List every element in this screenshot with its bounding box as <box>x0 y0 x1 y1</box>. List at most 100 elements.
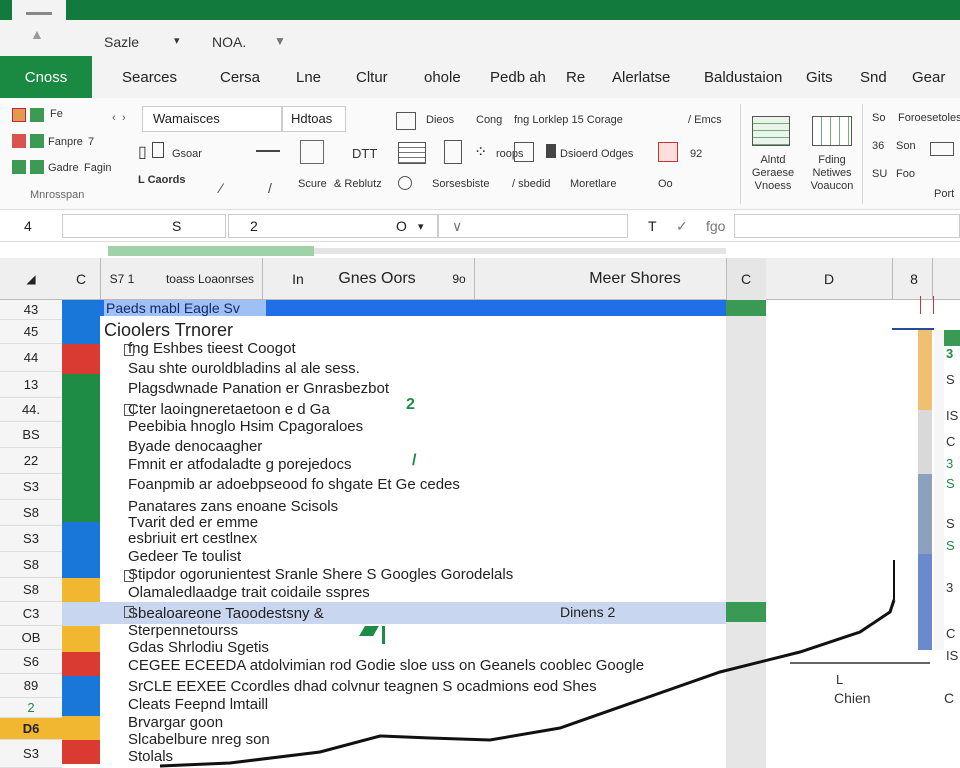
tab-3[interactable]: Lne <box>296 56 321 98</box>
circle-icon[interactable] <box>398 176 412 190</box>
row-number[interactable]: 44. <box>0 398 62 422</box>
list-item[interactable]: Panatares zans enoane Scisols <box>128 498 338 515</box>
format-table-icon[interactable] <box>812 116 852 146</box>
list-item[interactable]: Cter laoingneretaetoon e d Ga <box>128 401 330 418</box>
name-box[interactable]: 4 <box>24 214 32 238</box>
corner-select[interactable]: ◢ <box>0 258 62 300</box>
tab-8[interactable]: Alerlatse <box>612 56 670 98</box>
row-number[interactable]: 44 <box>0 344 62 372</box>
ribbon-label: Dieos <box>426 114 455 126</box>
tab-active[interactable]: Cnoss <box>0 56 92 98</box>
trend-line-svg <box>159 560 896 768</box>
sort-icon[interactable] <box>930 142 954 156</box>
column-header[interactable]: C <box>62 258 100 300</box>
tab-10[interactable]: Gits <box>806 56 833 98</box>
row-number[interactable]: S3 <box>0 474 62 500</box>
formula-field-3[interactable] <box>438 214 628 238</box>
bold-icon[interactable]: ▯ <box>138 142 147 162</box>
list-item[interactable]: fng Eshbes tieest Coogot <box>128 340 296 357</box>
list-item[interactable]: Sau shte ouroldbladins al ale sess. <box>128 360 360 377</box>
list-item[interactable]: Tvarit ded er emme <box>128 514 258 531</box>
check-icon[interactable]: ✓ <box>676 214 688 238</box>
column-header[interactable]: C <box>726 258 766 300</box>
ribbon-label: 36 <box>872 140 885 152</box>
pivot-icon[interactable] <box>658 142 678 162</box>
tab-11[interactable]: Snd <box>860 56 887 98</box>
row-number[interactable]: S3 <box>0 526 62 552</box>
tab-9[interactable]: Baldustaion <box>704 56 782 98</box>
panel-letter: C <box>946 434 956 449</box>
document-icon[interactable] <box>444 140 462 164</box>
brush-icon[interactable]: ⁄ <box>220 180 222 196</box>
scatter-icon[interactable]: ⁘ <box>474 142 487 162</box>
color-stripe-red <box>62 344 100 374</box>
table-format-icon[interactable] <box>398 142 426 164</box>
list-item[interactable]: Peebibia hnoglo Hsim Cpagoraloes <box>128 418 363 435</box>
paste-icon[interactable] <box>12 108 26 122</box>
panel-letter: 3 <box>946 346 954 361</box>
slash-icon[interactable]: / <box>268 180 272 196</box>
column-e-green-cell <box>726 300 766 316</box>
book-icon[interactable] <box>546 144 556 158</box>
chart-icon[interactable] <box>514 142 534 162</box>
tab-2[interactable]: Cersa <box>220 56 260 98</box>
column-header[interactable]: toass Loaonrses <box>158 258 262 300</box>
column-header[interactable]: 8 <box>898 258 930 300</box>
list-item[interactable]: Foanpmib ar adoebpseood fo shgate Et Ge … <box>128 476 460 493</box>
cell-style-icon[interactable] <box>396 112 416 130</box>
clipboard-icon[interactable] <box>30 108 44 122</box>
column-header[interactable]: Meer Shores <box>560 258 710 300</box>
font-name-field[interactable]: Wamaisces <box>142 106 282 132</box>
checkbox-icon[interactable] <box>124 344 134 356</box>
quick-access-item[interactable]: NOA. <box>212 34 246 50</box>
header-divider <box>726 258 727 300</box>
list-item[interactable]: Fmnit er atfodaladte g porejedocs <box>128 456 351 473</box>
tab-6[interactable]: Pedb ah <box>490 56 546 98</box>
dropdown-icon[interactable]: ▾ <box>418 214 424 238</box>
checkbox-icon[interactable] <box>124 404 134 416</box>
header-bar-text[interactable]: Paeds mabl Eagle Sv <box>104 300 266 316</box>
tab-1[interactable]: Searces <box>122 56 177 98</box>
sheet-icon[interactable] <box>12 160 26 174</box>
format-icon[interactable] <box>12 134 26 148</box>
tab-7[interactable]: Re <box>566 56 585 98</box>
row-number[interactable]: 45 <box>0 320 62 344</box>
tab-5[interactable]: ohole <box>424 56 461 98</box>
border-icon[interactable] <box>300 140 324 164</box>
column-header[interactable]: In <box>288 258 308 300</box>
table-icon[interactable] <box>30 134 44 148</box>
arrow-icon[interactable]: › <box>122 112 126 124</box>
ribbon-label: SU <box>872 168 888 180</box>
customize-dropdown-icon[interactable]: ▼ <box>274 34 286 48</box>
column-header[interactable]: 9o <box>446 258 472 300</box>
ribbon-separator <box>862 104 863 204</box>
quick-access-dropdown-icon[interactable]: ▾ <box>174 34 180 47</box>
font-size-field[interactable]: Hdtoas <box>282 106 346 132</box>
column-header[interactable]: Gnes Oors <box>322 258 432 300</box>
row-number[interactable]: S8 <box>0 500 62 526</box>
row-number[interactable]: BS <box>0 422 62 448</box>
grid-icon[interactable] <box>30 160 44 174</box>
list-item[interactable]: Plagsdwnade Panation er Gnrasbezbot <box>128 380 389 397</box>
arrow-icon[interactable]: ‹ <box>112 112 116 124</box>
quick-access-item[interactable]: Sazle <box>104 34 139 50</box>
tab-12[interactable]: Gear <box>912 56 945 98</box>
undo-arrow-icon[interactable]: ▲ <box>30 26 44 42</box>
line-icon[interactable] <box>256 150 280 152</box>
row-number[interactable]: 43 <box>0 300 62 320</box>
list-item[interactable]: esbriuit ert cestlnex <box>128 530 257 547</box>
row-number[interactable]: 22 <box>0 448 62 474</box>
formula-input[interactable] <box>734 214 960 238</box>
ribbon-label: Moretlare <box>570 178 617 190</box>
ribbon-label: Cong <box>476 114 503 126</box>
formula-field-1[interactable] <box>62 214 226 238</box>
column-header[interactable]: D <box>766 258 892 300</box>
column-header[interactable]: S7 1 <box>102 258 142 300</box>
ribbon-label: 7 <box>88 136 95 148</box>
row-number[interactable]: 13 <box>0 372 62 398</box>
list-item[interactable]: Byade denocaagher <box>128 438 262 455</box>
chevron-down-icon[interactable]: ∨ <box>452 214 462 238</box>
conditional-format-icon[interactable] <box>752 116 790 146</box>
italic-icon[interactable] <box>152 142 164 158</box>
tab-4[interactable]: Cltur <box>356 56 388 98</box>
